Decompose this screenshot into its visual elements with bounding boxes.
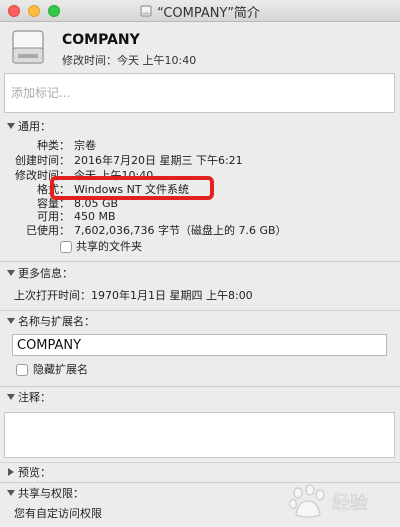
disclosure-down-icon[interactable] [4,484,18,502]
available-label: 可用： [37,210,70,223]
disclosure-right-icon[interactable] [4,463,18,481]
volume-name: COMPANY [62,32,140,48]
watermark-text: 经验 [332,493,368,514]
window-title: “COMPANY”简介 [157,5,260,21]
header-modified: 修改时间：今天 上午10:40 [62,54,197,67]
shared-folder-label: 共享的文件夹 [76,240,142,253]
tags-input[interactable] [4,73,395,113]
sharing-status: 您有自定访问权限 [14,507,102,520]
used-label: 已使用： [26,224,70,237]
section-general-header[interactable]: 通用： [0,117,400,135]
comments-textarea[interactable] [4,412,395,458]
created-value: 2016年7月20日 星期三 下午6:21 [74,154,243,167]
sharing-status-row: 您有自定访问权限 [14,507,274,521]
window-title-wrap: “COMPANY”简介 [0,0,400,22]
last-opened-value: 上次打开时间：1970年1月1日 星期四 上午8:00 [14,289,253,302]
name-field[interactable] [12,334,387,356]
disclosure-down-icon[interactable] [4,264,18,282]
divider [0,386,400,387]
removable-drive-icon [12,30,44,64]
last-opened-row: 上次打开时间：1970年1月1日 星期四 上午8:00 [14,289,394,303]
hide-extension-checkbox[interactable] [16,364,28,376]
divider [0,261,400,262]
baidu-watermark-logo: 经验 [288,484,368,518]
available-value: 450 MB [74,210,116,223]
used-value: 7,602,036,736 字节（磁盘上的 7.6 GB） [74,224,287,237]
section-general-title: 通用： [18,120,51,133]
drive-icon [140,5,152,17]
section-comments-header[interactable]: 注释： [0,388,400,406]
highlight-annotation [50,176,214,200]
section-sharing-title: 共享与权限： [18,487,84,500]
kind-value: 宗卷 [74,139,96,152]
shared-folder-checkbox[interactable] [60,241,72,253]
kind-row: 种类： 宗卷 [0,139,400,153]
kind-label: 种类： [37,139,70,152]
section-comments-title: 注释： [18,391,51,404]
section-more-info-header[interactable]: 更多信息： [0,264,400,282]
disclosure-down-icon[interactable] [4,388,18,406]
available-row: 可用： 450 MB [0,210,400,224]
section-preview-title: 预览： [18,466,51,479]
section-name-ext-title: 名称与扩展名： [18,315,95,328]
divider [0,310,400,311]
section-more-info-title: 更多信息： [18,267,73,280]
disclosure-down-icon[interactable] [4,117,18,135]
hide-extension-label: 隐藏扩展名 [33,363,88,376]
created-label: 创建时间： [15,154,70,167]
created-row: 创建时间： 2016年7月20日 星期三 下午6:21 [0,154,400,168]
section-preview-header[interactable]: 预览： [0,463,400,481]
section-name-ext-header[interactable]: 名称与扩展名： [0,312,400,330]
title-bar: “COMPANY”简介 [0,0,400,22]
used-row: 已使用： 7,602,036,736 字节（磁盘上的 7.6 GB） [0,224,400,238]
disclosure-down-icon[interactable] [4,312,18,330]
